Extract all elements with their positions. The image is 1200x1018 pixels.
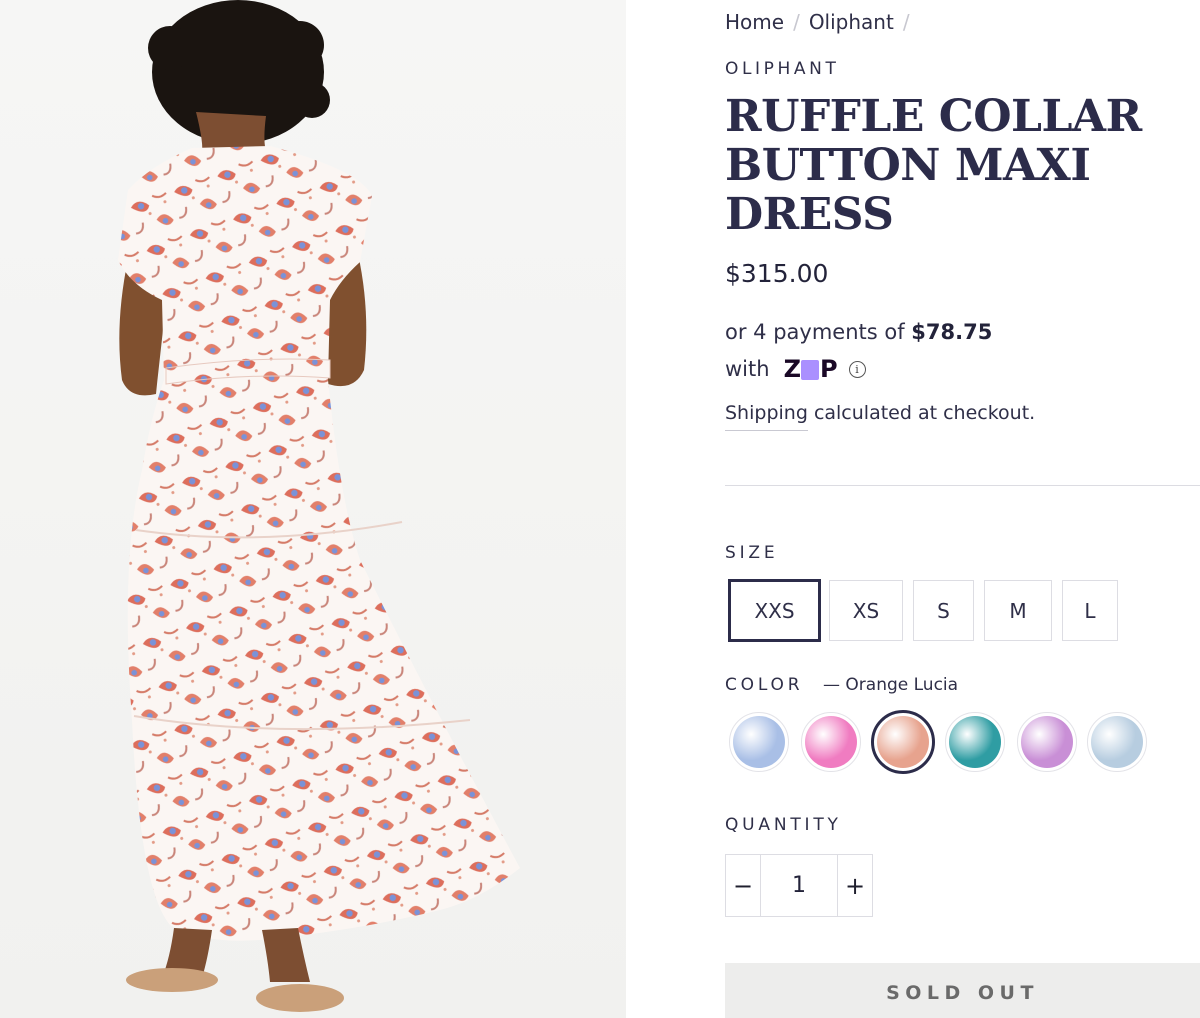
installments-provider-row: with ZP i: [725, 351, 992, 388]
zip-logo[interactable]: ZP: [784, 351, 838, 388]
color-swatch-pink[interactable]: [801, 712, 861, 772]
shipping-link[interactable]: Shipping: [725, 402, 808, 431]
product-vendor: OLIPHANT: [725, 59, 840, 79]
size-option-s[interactable]: S: [913, 580, 974, 641]
info-icon[interactable]: i: [848, 361, 866, 378]
dress-model-illustration: [118, 0, 520, 1012]
size-option-xxs[interactable]: XXS: [728, 579, 821, 642]
shipping-note: Shipping calculated at checkout.: [725, 402, 1036, 431]
shipping-text: calculated at checkout.: [813, 402, 1036, 424]
zip-logo-mark: [800, 359, 819, 380]
swatch-fill: [805, 716, 857, 768]
quantity-input[interactable]: 1: [760, 855, 838, 916]
size-option-l[interactable]: L: [1062, 580, 1118, 641]
color-swatch-teal[interactable]: [945, 712, 1005, 772]
size-option-m[interactable]: M: [984, 580, 1052, 641]
quantity-increment-button[interactable]: +: [838, 855, 872, 916]
breadcrumb-separator: /: [793, 10, 800, 34]
installments-with: with: [725, 357, 770, 381]
product-title: RUFFLE COLLAR BUTTON MAXI DRESS: [725, 91, 1142, 240]
installments-line: or 4 payments of $78.75: [725, 314, 992, 351]
quantity-label: QUANTITY: [725, 815, 842, 835]
zip-installments: or 4 payments of $78.75 with ZP i: [725, 314, 992, 388]
swatch-fill: [877, 716, 929, 768]
color-swatch-blue[interactable]: [729, 712, 789, 772]
color-swatch-purple[interactable]: [1017, 712, 1077, 772]
color-label: COLOR: [725, 675, 804, 695]
quantity-decrement-button[interactable]: −: [726, 855, 760, 916]
breadcrumb-oliphant[interactable]: Oliphant: [809, 10, 894, 34]
sold-out-button[interactable]: SOLD OUT: [725, 963, 1200, 1018]
quantity-stepper: − 1 +: [725, 854, 873, 917]
installments-prefix: or 4 payments of: [725, 320, 905, 344]
product-info-panel: Home / Oliphant / OLIPHANT RUFFLE COLLAR BU…: [725, 0, 1200, 1018]
breadcrumb-home[interactable]: Home: [725, 10, 784, 34]
swatch-fill: [733, 716, 785, 768]
installments-amount: $78.75: [911, 320, 993, 344]
breadcrumb-separator: /: [902, 10, 910, 34]
selected-color-name: — Orange Lucia: [823, 675, 959, 695]
product-image[interactable]: [0, 0, 626, 1018]
breadcrumb: Home / Oliphant /: [725, 10, 919, 34]
size-option-xs[interactable]: XS: [829, 580, 903, 641]
swatch-fill: [1021, 716, 1073, 768]
swatch-fill: [949, 716, 1001, 768]
color-swatch-light-blue[interactable]: [1087, 712, 1147, 772]
product-price: $315.00: [725, 259, 829, 288]
color-swatch-orange-lucia[interactable]: [871, 710, 935, 774]
divider: [725, 485, 1200, 486]
size-label: SIZE: [725, 543, 779, 563]
swatch-fill: [1091, 716, 1143, 768]
